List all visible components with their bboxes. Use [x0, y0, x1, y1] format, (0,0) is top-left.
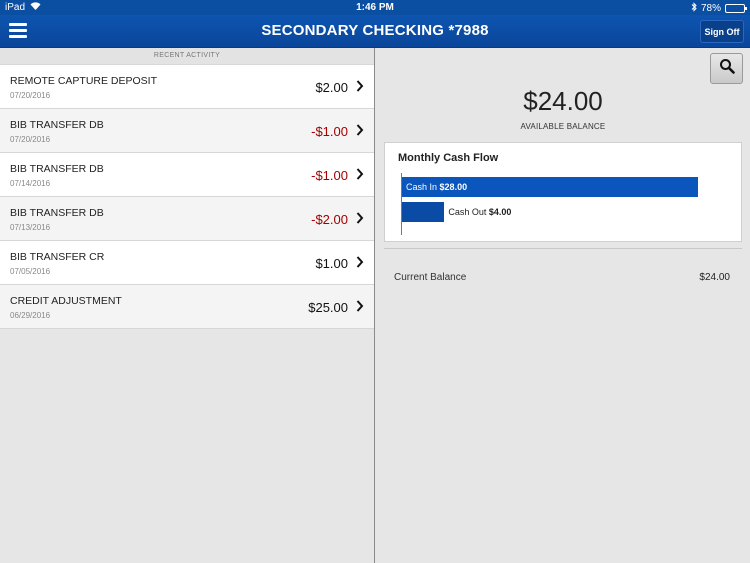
activity-list: REMOTE CAPTURE DEPOSIT 07/20/2016 $2.00 BIB… — [0, 65, 374, 329]
bluetooth-icon — [691, 2, 697, 15]
cash-flow-chart: Cash In $28.00 Cash Out $4.00 — [401, 173, 721, 235]
divider — [384, 248, 742, 249]
bar-category: Cash In — [406, 182, 438, 192]
activity-row[interactable]: BIB TRANSFER DB 07/13/2016 -$2.00 — [0, 197, 374, 241]
activity-date: 07/13/2016 — [10, 223, 51, 232]
activity-amount: $1.00 — [315, 256, 348, 271]
nav-bar: SECONDARY CHECKING *7988 Sign Off — [0, 15, 750, 48]
activity-amount: $2.00 — [315, 80, 348, 95]
activity-description: REMOTE CAPTURE DEPOSIT — [10, 75, 158, 87]
activity-row[interactable]: REMOTE CAPTURE DEPOSIT 07/20/2016 $2.00 — [0, 65, 374, 109]
bar-value: $4.00 — [488, 207, 512, 217]
activity-amount: -$1.00 — [311, 124, 348, 139]
sign-off-button[interactable]: Sign Off — [700, 20, 744, 43]
activity-description: BIB TRANSFER DB — [10, 163, 104, 175]
account-summary-pane: $24.00 AVAILABLE BALANCE Monthly Cash Fl… — [376, 48, 750, 563]
activity-description: BIB TRANSFER DB — [10, 207, 104, 219]
cash-flow-card: Monthly Cash Flow Cash In $28.00 Cash Out… — [384, 142, 742, 242]
current-balance-value: $24.00 — [699, 272, 730, 283]
activity-date: 07/05/2016 — [10, 267, 51, 276]
activity-date: 07/20/2016 — [10, 91, 51, 100]
available-balance-amount: $24.00 — [523, 86, 603, 116]
search-button[interactable] — [710, 53, 743, 84]
recent-activity-pane: RECENT ACTIVITY REMOTE CAPTURE DEPOSIT 07… — [0, 48, 375, 563]
chart-title: Monthly Cash Flow — [398, 152, 499, 164]
chevron-right-icon — [356, 168, 364, 180]
bar-category: Cash Out — [448, 207, 487, 217]
activity-description: CREDIT ADJUSTMENT — [10, 295, 122, 307]
chevron-right-icon — [356, 124, 364, 136]
available-balance-label: AVAILABLE BALANCE — [520, 122, 606, 131]
status-bar: iPad 1:46 PM 78% — [0, 0, 750, 15]
activity-date: 07/14/2016 — [10, 179, 51, 188]
activity-amount: -$1.00 — [311, 168, 348, 183]
activity-amount: -$2.00 — [311, 212, 348, 227]
current-balance-label: Current Balance — [394, 272, 467, 283]
chevron-right-icon — [356, 256, 364, 268]
activity-row[interactable]: CREDIT ADJUSTMENT 06/29/2016 $25.00 — [0, 285, 374, 329]
chevron-right-icon — [356, 300, 364, 312]
activity-amount: $25.00 — [308, 300, 348, 315]
chevron-right-icon — [356, 212, 364, 224]
bar-value: $28.00 — [439, 182, 468, 192]
recent-activity-header: RECENT ACTIVITY — [0, 48, 374, 65]
activity-row[interactable]: BIB TRANSFER DB 07/20/2016 -$1.00 — [0, 109, 374, 153]
battery-icon — [725, 4, 747, 13]
status-time: 1:46 PM — [356, 2, 394, 13]
status-right: 78% — [691, 2, 747, 15]
battery-percent: 78% — [700, 3, 721, 14]
page-title: SECONDARY CHECKING *7988 — [261, 22, 489, 39]
activity-description: BIB TRANSFER CR — [10, 251, 105, 263]
activity-row[interactable]: BIB TRANSFER CR 07/05/2016 $1.00 — [0, 241, 374, 285]
activity-date: 07/20/2016 — [10, 135, 51, 144]
activity-date: 06/29/2016 — [10, 311, 51, 320]
cash-out-label: Cash Out $4.00 — [448, 207, 511, 217]
activity-description: BIB TRANSFER DB — [10, 119, 104, 131]
cash-out-bar — [402, 202, 445, 222]
activity-row[interactable]: BIB TRANSFER DB 07/14/2016 -$1.00 — [0, 153, 374, 197]
search-icon — [719, 58, 735, 79]
cash-in-label: Cash In $28.00 — [406, 182, 467, 192]
chevron-right-icon — [356, 80, 364, 92]
